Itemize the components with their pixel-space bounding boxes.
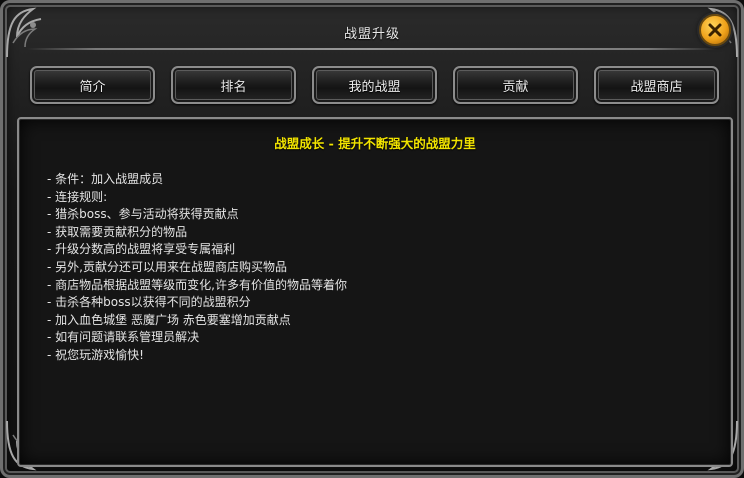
tab-my-guild[interactable]: 我的战盟	[312, 66, 437, 104]
list-item: - 商店物品根据战盟等级而变化,许多有价值的物品等着你	[47, 277, 347, 292]
title-divider	[27, 48, 717, 50]
list-item: - 条件：加入战盟成员	[47, 172, 164, 186]
list-item: - 击杀各种boss以获得不同的战盟积分	[47, 295, 251, 310]
list-item: - 猎杀boss、参与活动将获得贡献点	[47, 207, 239, 222]
title-bar: 战盟升级	[63, 13, 681, 51]
tab-intro[interactable]: 简介	[30, 66, 155, 104]
guild-upgrade-window: 战盟升级 简介 排名 我的战盟 贡献 战盟商店 战盟成长 - 提升不断强大的战盟…	[0, 0, 744, 478]
list-item: - 加入血色城堡 恶魔广场 赤色要塞增加贡献点	[47, 312, 291, 327]
content-panel: 战盟成长 - 提升不断强大的战盟力里 - 条件：加入战盟成员 - 连接规则: -…	[17, 117, 733, 467]
tab-bar: 简介 排名 我的战盟 贡献 战盟商店	[30, 66, 720, 104]
list-item: - 连接规则:	[47, 189, 108, 204]
corner-ornament-icon	[6, 7, 42, 58]
list-item: - 祝您玩游戏愉快!	[47, 347, 144, 362]
list-item: - 另外,贡献分还可以用来在战盟商店购买物品	[47, 259, 287, 274]
list-item: - 获取需要贡献积分的物品	[47, 224, 188, 239]
list-item: - 如有问题请联系管理员解决	[47, 330, 200, 345]
window-title: 战盟升级	[343, 26, 400, 42]
list-item: - 升级分数高的战盟将享受专属福利	[47, 242, 236, 257]
rules-list: - 条件：加入战盟成员 - 连接规则: - 猎杀boss、参与活动将获得贡献点 …	[47, 171, 347, 365]
content-headline: 战盟成长 - 提升不断强大的战盟力里	[274, 136, 476, 151]
tab-contribution[interactable]: 贡献	[453, 66, 578, 104]
tab-ranking[interactable]: 排名	[171, 66, 296, 104]
tab-guild-shop[interactable]: 战盟商店	[594, 66, 719, 104]
close-button[interactable]	[699, 14, 731, 46]
close-icon	[708, 23, 722, 37]
